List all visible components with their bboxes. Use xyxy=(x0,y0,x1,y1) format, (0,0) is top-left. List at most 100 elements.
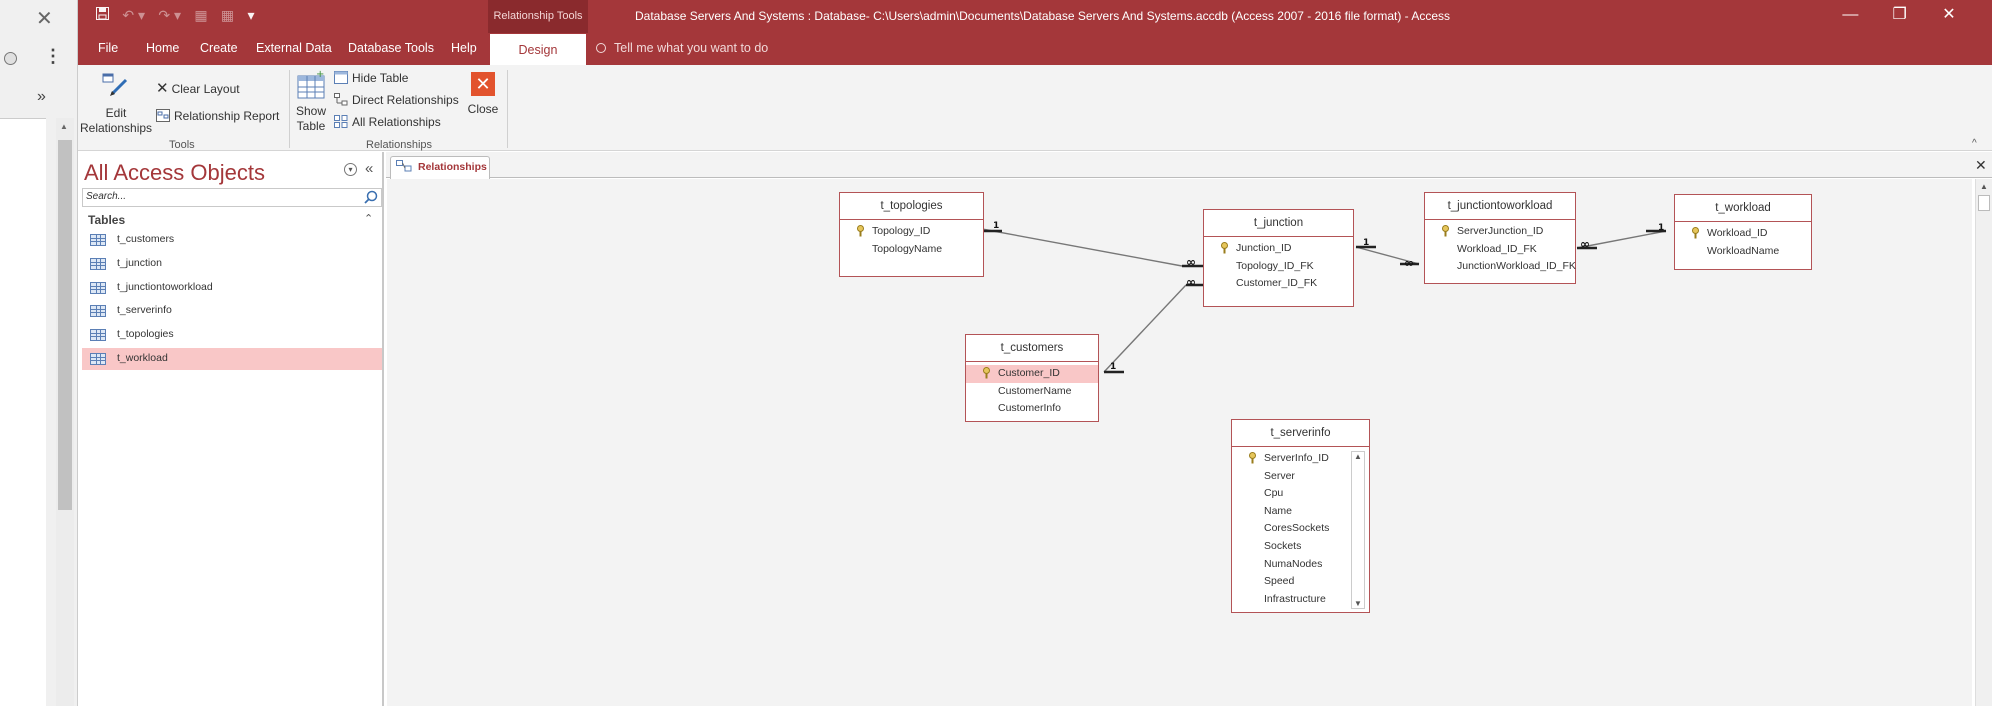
nav-item-label: t_customers xyxy=(117,233,175,245)
table-t-customers[interactable]: t_customers Customer_ID CustomerName Cus… xyxy=(965,334,1099,422)
nav-menu-chevron-icon[interactable]: ▾ xyxy=(344,163,357,176)
table-title[interactable]: t_topologies xyxy=(840,193,983,220)
scroll-up-icon[interactable]: ▲ xyxy=(1354,452,1362,461)
tell-me-search[interactable]: Tell me what you want to do xyxy=(596,41,768,55)
close-document-icon[interactable]: ✕ xyxy=(1975,157,1987,174)
tab-design[interactable]: Design xyxy=(490,33,586,65)
field-customer-id-fk[interactable]: Customer_ID_FK xyxy=(1204,275,1353,293)
table-t-topologies[interactable]: t_topologies Topology_ID TopologyName xyxy=(839,192,984,277)
minimize-button[interactable]: — xyxy=(1827,6,1873,24)
save-icon[interactable] xyxy=(96,7,109,23)
close-button[interactable]: ✕ Close xyxy=(464,72,502,117)
side-scrollbar-thumb[interactable] xyxy=(58,140,72,510)
field-workload-id[interactable]: Workload_ID xyxy=(1675,225,1811,243)
close-label: Close xyxy=(467,102,499,116)
search-icon[interactable] xyxy=(364,190,378,207)
field-junctionworkload-id-fk[interactable]: JunctionWorkload_ID_FK xyxy=(1425,258,1576,276)
tab-help[interactable]: Help xyxy=(451,41,477,55)
direct-relationships-icon xyxy=(334,93,348,106)
table-title[interactable]: t_junctiontoworkload xyxy=(1425,193,1575,220)
tab-create[interactable]: Create xyxy=(200,41,238,55)
table-icon[interactable]: ▦ xyxy=(194,7,207,24)
relationship-report-button[interactable]: Relationship Report xyxy=(156,109,279,123)
nav-pane-title[interactable]: All Access Objects xyxy=(84,160,265,186)
field-cpu[interactable]: Cpu xyxy=(1232,485,1369,503)
field-junction-id[interactable]: Junction_ID xyxy=(1204,240,1353,258)
tab-home[interactable]: Home xyxy=(146,41,179,55)
edit-relationships-button[interactable]: Edit Relationships xyxy=(80,72,152,136)
field-workloadname[interactable]: WorkloadName xyxy=(1675,243,1811,261)
field-customerinfo[interactable]: CustomerInfo xyxy=(966,400,1098,418)
table-icon[interactable]: ▦ xyxy=(221,7,234,24)
tab-external-data[interactable]: External Data xyxy=(256,41,332,55)
restore-button[interactable]: ❐ xyxy=(1877,4,1923,24)
nav-collapse-icon[interactable]: « xyxy=(365,160,373,177)
field-serverjunction-id[interactable]: ServerJunction_ID xyxy=(1425,223,1575,241)
relationships-icon xyxy=(396,160,412,175)
table-t-junction[interactable]: t_junction Junction_ID Topology_ID_FK Cu… xyxy=(1203,209,1354,307)
nav-item-t-junction[interactable]: t_junction xyxy=(82,253,382,275)
nav-item-t-serverinfo[interactable]: t_serverinfo xyxy=(82,300,382,322)
show-table-icon: + xyxy=(296,69,326,100)
field-coressockets[interactable]: CoresSockets xyxy=(1232,520,1369,538)
scrollbar-thumb[interactable] xyxy=(1978,195,1990,211)
table-title[interactable]: t_customers xyxy=(966,335,1098,362)
close-window-button[interactable]: ✕ xyxy=(1926,4,1972,24)
scroll-down-icon[interactable]: ▼ xyxy=(1354,599,1362,608)
clear-layout-button[interactable]: ✕ Clear Layout xyxy=(156,79,240,97)
field-topologyname[interactable]: TopologyName xyxy=(840,241,983,259)
more-options-icon[interactable]: ⋮ xyxy=(44,46,62,67)
expand-chevron-icon[interactable]: » xyxy=(37,88,46,106)
all-relationships-button[interactable]: All Relationships xyxy=(334,115,441,129)
edit-relationships-icon xyxy=(100,72,132,102)
all-relationships-label: All Relationships xyxy=(352,115,441,129)
field-numanodes[interactable]: NumaNodes xyxy=(1232,556,1369,574)
key-icon xyxy=(856,225,865,237)
field-sockets[interactable]: Sockets xyxy=(1232,538,1369,556)
table-icon xyxy=(90,258,106,270)
field-speed[interactable]: Speed xyxy=(1232,573,1369,591)
customize-toolbar-icon[interactable]: ▾ xyxy=(248,7,255,24)
collapse-section-icon[interactable]: ⌃ xyxy=(364,212,373,225)
table-t-junctiontoworkload[interactable]: t_junctiontoworkload ServerJunction_ID W… xyxy=(1424,192,1576,284)
tab-file[interactable]: File xyxy=(98,41,118,55)
field-customername[interactable]: CustomerName xyxy=(966,383,1098,401)
field-customer-id[interactable]: Customer_ID xyxy=(966,365,1098,383)
undo-icon[interactable]: ↶ ▾ xyxy=(122,7,145,24)
key-icon xyxy=(1441,225,1450,237)
table-title[interactable]: t_serverinfo xyxy=(1232,420,1369,447)
table-t-workload[interactable]: t_workload Workload_ID WorkloadName xyxy=(1674,194,1812,270)
search-icon xyxy=(596,43,606,53)
nav-item-t-customers[interactable]: t_customers xyxy=(82,229,382,251)
nav-item-t-topologies[interactable]: t_topologies xyxy=(82,324,382,346)
show-table-button[interactable]: + Show Table xyxy=(292,69,330,134)
collapse-ribbon-icon[interactable]: ^ xyxy=(1972,138,1977,149)
radio-icon[interactable] xyxy=(4,52,17,65)
canvas-vertical-scrollbar[interactable]: ▲ xyxy=(1975,179,1992,706)
table-field-scrollbar[interactable]: ▲ ▼ xyxy=(1351,451,1365,609)
field-topology-id[interactable]: Topology_ID xyxy=(840,223,983,241)
table-title[interactable]: t_junction xyxy=(1204,210,1353,237)
nav-search-input[interactable]: Search... xyxy=(82,188,382,207)
hide-table-button[interactable]: Hide Table xyxy=(334,71,408,85)
nav-item-t-workload[interactable]: t_workload xyxy=(82,348,382,370)
field-infrastructure[interactable]: Infrastructure xyxy=(1232,591,1369,609)
nav-item-t-junctiontoworkload[interactable]: t_junctiontoworkload xyxy=(82,277,382,299)
direct-relationships-button[interactable]: Direct Relationships xyxy=(334,93,459,107)
scroll-up-icon[interactable]: ▲ xyxy=(60,122,68,131)
field-server[interactable]: Server xyxy=(1232,468,1369,486)
close-icon[interactable]: ✕ xyxy=(36,6,53,31)
ribbon-separator xyxy=(507,70,508,148)
scroll-up-icon[interactable]: ▲ xyxy=(1980,182,1988,191)
all-relationships-icon xyxy=(334,115,348,128)
nav-section-header[interactable] xyxy=(82,211,382,229)
table-t-serverinfo[interactable]: t_serverinfo ServerInfo_ID Server Cpu Na… xyxy=(1231,419,1370,613)
field-topology-id-fk[interactable]: Topology_ID_FK xyxy=(1204,258,1353,276)
field-workload-id-fk[interactable]: Workload_ID_FK xyxy=(1425,241,1575,259)
redo-icon[interactable]: ↷ ▾ xyxy=(158,7,181,24)
hide-table-label: Hide Table xyxy=(352,71,409,85)
field-name[interactable]: Name xyxy=(1232,503,1369,521)
table-title[interactable]: t_workload xyxy=(1675,195,1811,222)
field-serverinfo-id[interactable]: ServerInfo_ID xyxy=(1232,450,1369,468)
tab-database-tools[interactable]: Database Tools xyxy=(348,41,434,55)
